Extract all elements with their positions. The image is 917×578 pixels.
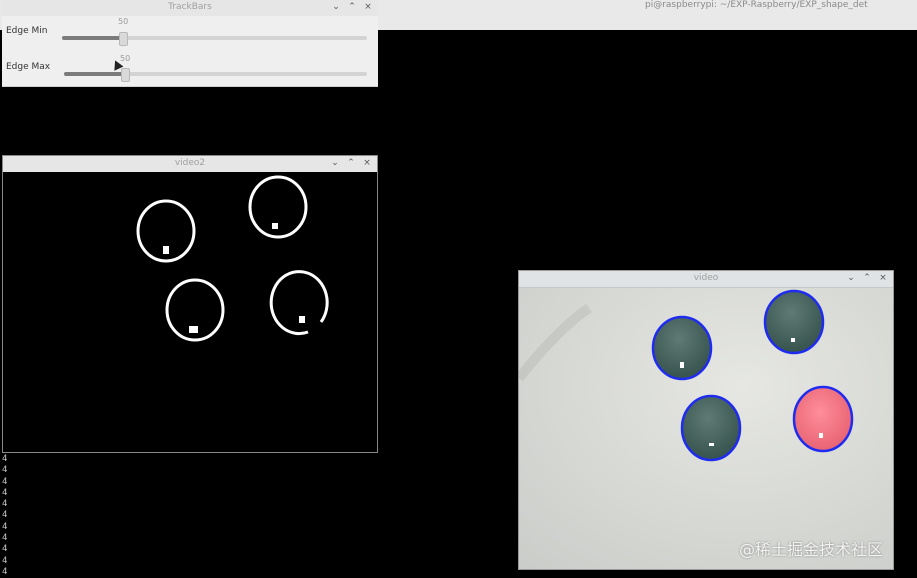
edge-min-slider[interactable] xyxy=(62,32,367,46)
slider-handle[interactable] xyxy=(119,32,128,46)
watermark-text: @稀土掘金技术社区 xyxy=(739,540,884,559)
terminal-output: 4 4 4 4 4 4 4 4 4 4 4 xyxy=(2,454,42,578)
video-titlebar[interactable]: video ⌄ ⌃ × xyxy=(519,271,893,288)
ball-highlight xyxy=(791,338,795,342)
ball-highlight xyxy=(709,443,714,446)
terminal-line: 4 xyxy=(2,521,8,532)
window-title: video2 xyxy=(174,158,206,168)
terminal-line: 4 xyxy=(2,465,8,476)
detected-ball xyxy=(792,385,854,453)
terminal-line: 4 xyxy=(2,510,8,521)
slider-handle[interactable] xyxy=(121,68,130,82)
edge-image xyxy=(3,172,377,452)
minimize-icon[interactable]: ⌄ xyxy=(331,158,339,169)
slider-fill xyxy=(62,36,123,40)
maximize-icon[interactable]: ⌃ xyxy=(348,2,356,13)
close-icon[interactable]: × xyxy=(364,2,372,13)
ball-highlight xyxy=(819,433,823,438)
trackbars-window: TrackBars ⌄ ⌃ × Edge Min 50 Edge Max 50 xyxy=(2,0,378,154)
terminal-line: 4 xyxy=(2,566,8,577)
edge-highlight xyxy=(163,246,169,254)
terminal-line: 4 xyxy=(2,454,8,464)
edge-min-label: Edge Min xyxy=(6,26,48,36)
close-icon[interactable]: × xyxy=(879,273,887,284)
terminal-line: 4 xyxy=(2,476,8,487)
edge-highlight xyxy=(189,326,198,333)
detected-ball xyxy=(680,394,742,462)
terminal-line: 4 xyxy=(2,533,8,544)
camera-image xyxy=(519,288,893,569)
window-title: video xyxy=(693,273,719,283)
edge-max-label: Edge Max xyxy=(6,62,51,72)
terminal-line: 4 xyxy=(2,544,8,555)
trackbars-titlebar[interactable]: TrackBars ⌄ ⌃ × xyxy=(2,0,378,17)
close-icon[interactable]: × xyxy=(363,158,371,169)
detected-ball xyxy=(651,315,713,381)
detected-ball xyxy=(763,289,825,355)
terminal-line: 4 xyxy=(2,499,8,510)
terminal-line: 4 xyxy=(2,555,8,566)
maximize-icon[interactable]: ⌃ xyxy=(347,158,355,169)
edge-highlight xyxy=(299,316,305,323)
video2-window: video2 ⌄ ⌃ × xyxy=(2,155,378,453)
maximize-icon[interactable]: ⌃ xyxy=(863,273,871,284)
minimize-icon[interactable]: ⌄ xyxy=(847,273,855,284)
edge-max-slider[interactable] xyxy=(64,68,367,82)
window-title: TrackBars xyxy=(168,2,212,12)
edge-highlight xyxy=(272,223,278,229)
edge-min-value: 50 xyxy=(118,17,129,26)
minimize-icon[interactable]: ⌄ xyxy=(332,2,340,13)
terminal-line: 4 xyxy=(2,487,8,498)
ball-highlight xyxy=(680,362,684,368)
video2-titlebar[interactable]: video2 ⌄ ⌃ × xyxy=(3,156,377,173)
video-window: video ⌄ ⌃ × xyxy=(518,270,894,570)
trackbar-panel: Edge Min 50 Edge Max 50 xyxy=(2,16,378,87)
terminal-title: pi@raspberrypi: ~/EXP-Raspberry/EXP_shap… xyxy=(645,0,868,10)
slider-fill xyxy=(64,72,125,76)
